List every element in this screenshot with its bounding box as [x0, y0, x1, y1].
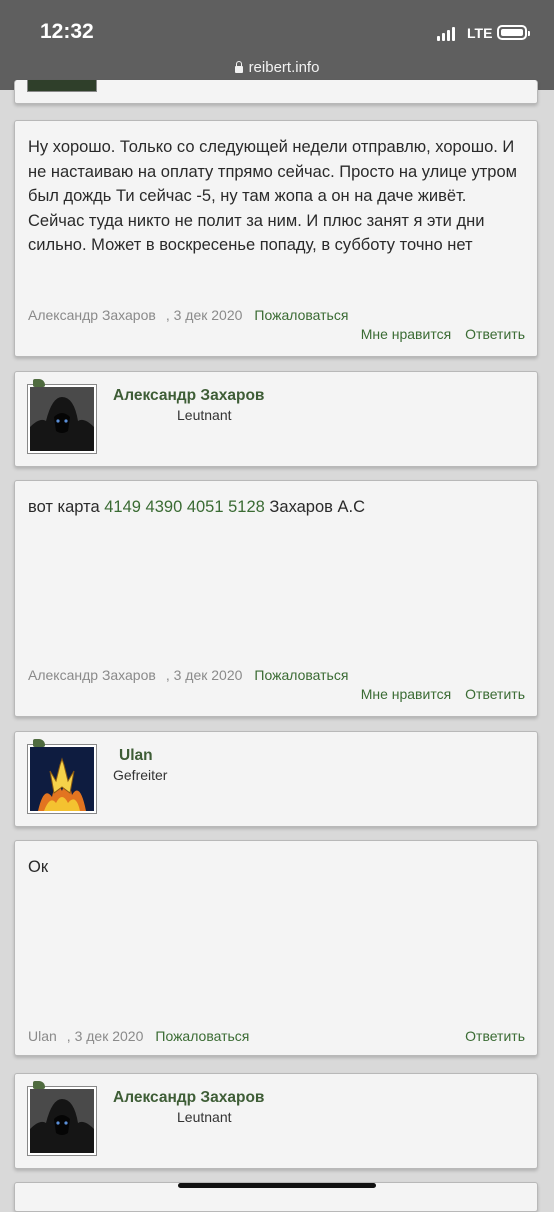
text-suffix: Захаров А.С	[269, 498, 366, 516]
avatar[interactable]	[27, 744, 97, 814]
username-link[interactable]: Александр Захаров	[113, 1089, 264, 1107]
url-text: reibert.info	[248, 59, 320, 76]
status-time: 12:32	[40, 20, 94, 43]
post-author[interactable]: Ulan	[28, 1028, 57, 1044]
like-link[interactable]: Мне нравится	[361, 326, 451, 342]
post-author[interactable]: Александр Захаров	[28, 307, 156, 323]
post-text: Ок	[28, 858, 49, 876]
hooded-figure-icon	[30, 387, 94, 451]
post-meta: Ulan , 3 дек 2020 Пожаловаться	[28, 1028, 249, 1044]
post-actions: Ответить	[465, 1028, 525, 1044]
username-link[interactable]: Александр Захаров	[113, 387, 264, 405]
user-card: Ulan Gefreiter	[14, 731, 538, 827]
user-card: Александр Захаров Leutnant	[14, 371, 538, 467]
like-link[interactable]: Мне нравится	[361, 686, 451, 702]
lock-icon	[234, 61, 243, 73]
hooded-figure-icon	[30, 1089, 94, 1153]
post-date[interactable]: , 3 дек 2020	[67, 1028, 144, 1044]
report-link[interactable]: Пожаловаться	[254, 667, 348, 683]
post-meta: Александр Захаров , 3 дек 2020 Пожаловатьс…	[28, 307, 348, 323]
status-bar: 12:32 LTE reibert.info	[0, 0, 554, 90]
post-author[interactable]: Александр Захаров	[28, 667, 156, 683]
reply-link[interactable]: Ответить	[465, 1028, 525, 1044]
network-label: LTE	[467, 25, 493, 41]
flag-icon	[33, 379, 45, 387]
avatar[interactable]	[27, 384, 97, 454]
post-message: Ок Ulan , 3 дек 2020 Пожаловаться Ответить	[14, 840, 538, 1056]
signal-icon	[437, 27, 455, 41]
user-rank: Leutnant	[177, 407, 232, 423]
reply-link[interactable]: Ответить	[465, 686, 525, 702]
home-indicator[interactable]	[178, 1183, 376, 1188]
address-bar[interactable]: reibert.info	[0, 59, 554, 76]
post-actions: Мне нравится Ответить	[361, 686, 525, 702]
user-rank: Leutnant	[177, 1109, 232, 1125]
post-text: вот карта 4149 4390 4051 5128 Захаров А.…	[28, 495, 523, 520]
post-message: вот карта 4149 4390 4051 5128 Захаров А.…	[14, 480, 538, 717]
post-message: Ну хорошо. Только со следующей недели от…	[14, 120, 538, 357]
username-link[interactable]: Ulan	[119, 747, 153, 765]
flag-icon	[33, 1081, 45, 1089]
report-link[interactable]: Пожаловаться	[155, 1028, 249, 1044]
avatar-fragment	[27, 80, 97, 92]
flag-icon	[33, 739, 45, 747]
previous-user-card	[14, 80, 538, 104]
post-meta: Александр Захаров , 3 дек 2020 Пожаловатьс…	[28, 667, 348, 683]
report-link[interactable]: Пожаловаться	[254, 307, 348, 323]
text-prefix: вот карта	[28, 498, 100, 516]
post-date[interactable]: , 3 дек 2020	[166, 667, 243, 683]
trident-emblem-icon	[30, 747, 94, 811]
user-rank: Gefreiter	[113, 767, 168, 783]
post-text: Ну хорошо. Только со следующей недели от…	[28, 138, 517, 254]
post-actions: Мне нравится Ответить	[361, 326, 525, 342]
user-card: Александр Захаров Leutnant	[14, 1073, 538, 1169]
post-date[interactable]: , 3 дек 2020	[166, 307, 243, 323]
card-number-link[interactable]: 4149 4390 4051 5128	[104, 498, 265, 516]
reply-link[interactable]: Ответить	[465, 326, 525, 342]
battery-icon	[497, 25, 530, 40]
avatar[interactable]	[27, 1086, 97, 1156]
